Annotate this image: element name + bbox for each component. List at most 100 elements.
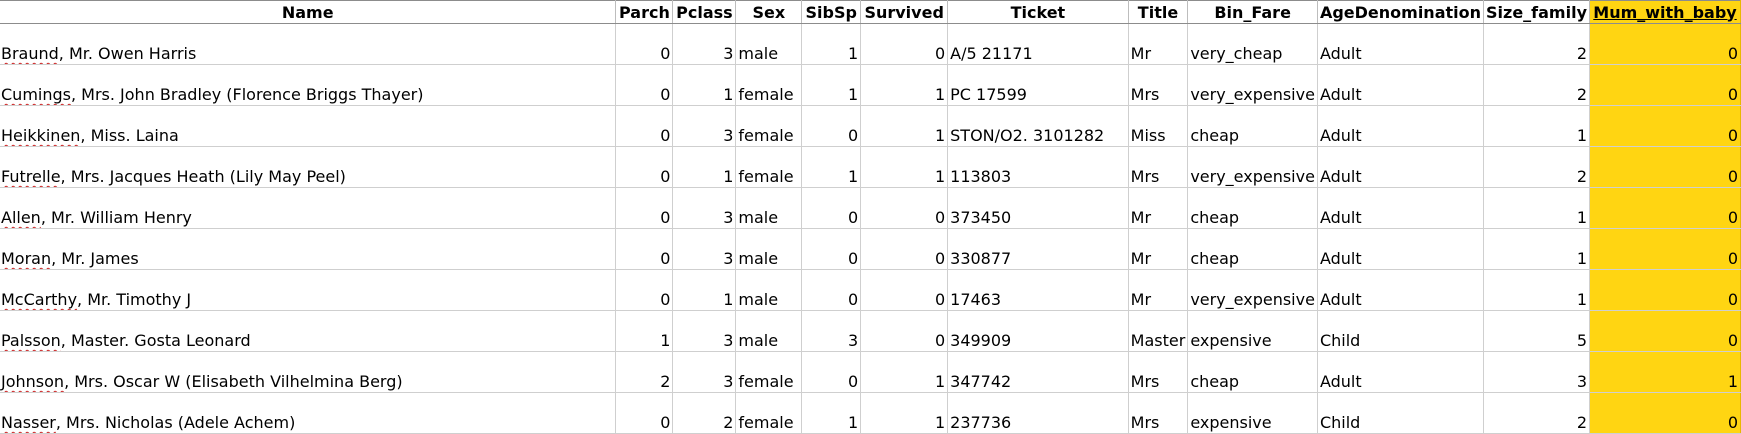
header-bin-fare[interactable]: Bin_Fare xyxy=(1187,0,1318,24)
header-name[interactable]: Name xyxy=(0,0,617,24)
cell-mum-with-baby[interactable]: 0 xyxy=(1589,105,1741,147)
cell-ticket[interactable]: PC 17599 xyxy=(947,64,1129,106)
cell-survived[interactable]: 0 xyxy=(860,310,949,352)
cell-age-denomination[interactable]: Adult xyxy=(1317,146,1485,188)
header-survived[interactable]: Survived xyxy=(860,0,949,24)
cell-title[interactable]: Master xyxy=(1128,310,1189,352)
cell-name[interactable]: Nasser, Mrs. Nicholas (Adele Achem) xyxy=(0,392,617,434)
header-ticket[interactable]: Ticket xyxy=(947,0,1129,24)
cell-sex[interactable]: male xyxy=(735,187,803,229)
cell-size-family[interactable]: 1 xyxy=(1483,187,1590,229)
cell-mum-with-baby[interactable]: 0 xyxy=(1589,64,1741,106)
cell-survived[interactable]: 1 xyxy=(860,105,949,147)
cell-title[interactable]: Mr xyxy=(1128,187,1189,229)
cell-sex[interactable]: female xyxy=(735,351,803,393)
cell-sex[interactable]: male xyxy=(735,269,803,311)
cell-bin-fare[interactable]: very_expensive xyxy=(1187,269,1318,311)
cell-pclass[interactable]: 3 xyxy=(672,187,737,229)
cell-title[interactable]: Mrs xyxy=(1128,351,1189,393)
cell-age-denomination[interactable]: Adult xyxy=(1317,105,1485,147)
cell-size-family[interactable]: 3 xyxy=(1483,351,1590,393)
cell-sibsp[interactable]: 3 xyxy=(801,310,862,352)
cell-bin-fare[interactable]: very_expensive xyxy=(1187,146,1318,188)
cell-title[interactable]: Mr xyxy=(1128,269,1189,311)
cell-bin-fare[interactable]: very_cheap xyxy=(1187,23,1318,65)
header-pclass[interactable]: Pclass xyxy=(672,0,737,24)
cell-age-denomination[interactable]: Adult xyxy=(1317,351,1485,393)
cell-mum-with-baby[interactable]: 1 xyxy=(1589,351,1741,393)
cell-sibsp[interactable]: 1 xyxy=(801,392,862,434)
cell-name[interactable]: Heikkinen, Miss. Laina xyxy=(0,105,617,147)
cell-ticket[interactable]: 349909 xyxy=(947,310,1129,352)
cell-bin-fare[interactable]: cheap xyxy=(1187,187,1318,229)
cell-name[interactable]: Braund, Mr. Owen Harris xyxy=(0,23,617,65)
cell-mum-with-baby[interactable]: 0 xyxy=(1589,392,1741,434)
cell-mum-with-baby[interactable]: 0 xyxy=(1589,187,1741,229)
cell-parch[interactable]: 0 xyxy=(615,269,674,311)
cell-parch[interactable]: 1 xyxy=(615,310,674,352)
cell-sex[interactable]: female xyxy=(735,146,803,188)
cell-ticket[interactable]: 373450 xyxy=(947,187,1129,229)
cell-pclass[interactable]: 3 xyxy=(672,310,737,352)
cell-pclass[interactable]: 3 xyxy=(672,228,737,270)
cell-pclass[interactable]: 1 xyxy=(672,269,737,311)
cell-title[interactable]: Miss xyxy=(1128,105,1189,147)
cell-name[interactable]: Futrelle, Mrs. Jacques Heath (Lily May P… xyxy=(0,146,617,188)
cell-sibsp[interactable]: 0 xyxy=(801,351,862,393)
cell-bin-fare[interactable]: cheap xyxy=(1187,351,1318,393)
header-age-denomination[interactable]: AgeDenomination xyxy=(1317,0,1485,24)
cell-sex[interactable]: female xyxy=(735,105,803,147)
cell-pclass[interactable]: 3 xyxy=(672,23,737,65)
cell-sibsp[interactable]: 0 xyxy=(801,187,862,229)
cell-ticket[interactable]: 330877 xyxy=(947,228,1129,270)
cell-ticket[interactable]: A/5 21171 xyxy=(947,23,1129,65)
cell-parch[interactable]: 0 xyxy=(615,392,674,434)
cell-sibsp[interactable]: 1 xyxy=(801,64,862,106)
cell-ticket[interactable]: 347742 xyxy=(947,351,1129,393)
cell-size-family[interactable]: 2 xyxy=(1483,392,1590,434)
cell-survived[interactable]: 0 xyxy=(860,269,949,311)
cell-pclass[interactable]: 1 xyxy=(672,64,737,106)
cell-age-denomination[interactable]: Child xyxy=(1317,310,1485,352)
cell-size-family[interactable]: 1 xyxy=(1483,228,1590,270)
cell-bin-fare[interactable]: expensive xyxy=(1187,392,1318,434)
cell-mum-with-baby[interactable]: 0 xyxy=(1589,228,1741,270)
cell-ticket[interactable]: 17463 xyxy=(947,269,1129,311)
cell-ticket[interactable]: 237736 xyxy=(947,392,1129,434)
cell-parch[interactable]: 2 xyxy=(615,351,674,393)
cell-pclass[interactable]: 2 xyxy=(672,392,737,434)
cell-ticket[interactable]: 113803 xyxy=(947,146,1129,188)
cell-title[interactable]: Mrs xyxy=(1128,64,1189,106)
cell-name[interactable]: Cumings, Mrs. John Bradley (Florence Bri… xyxy=(0,64,617,106)
cell-title[interactable]: Mrs xyxy=(1128,392,1189,434)
cell-size-family[interactable]: 1 xyxy=(1483,105,1590,147)
cell-sibsp[interactable]: 1 xyxy=(801,146,862,188)
cell-bin-fare[interactable]: very_expensive xyxy=(1187,64,1318,106)
cell-age-denomination[interactable]: Adult xyxy=(1317,64,1485,106)
cell-name[interactable]: McCarthy, Mr. Timothy J xyxy=(0,269,617,311)
cell-age-denomination[interactable]: Adult xyxy=(1317,228,1485,270)
cell-title[interactable]: Mr xyxy=(1128,23,1189,65)
cell-parch[interactable]: 0 xyxy=(615,64,674,106)
cell-size-family[interactable]: 2 xyxy=(1483,64,1590,106)
cell-bin-fare[interactable]: cheap xyxy=(1187,105,1318,147)
cell-age-denomination[interactable]: Child xyxy=(1317,392,1485,434)
cell-mum-with-baby[interactable]: 0 xyxy=(1589,23,1741,65)
cell-pclass[interactable]: 1 xyxy=(672,146,737,188)
cell-bin-fare[interactable]: expensive xyxy=(1187,310,1318,352)
cell-name[interactable]: Moran, Mr. James xyxy=(0,228,617,270)
cell-age-denomination[interactable]: Adult xyxy=(1317,187,1485,229)
cell-title[interactable]: Mrs xyxy=(1128,146,1189,188)
cell-sex[interactable]: female xyxy=(735,392,803,434)
cell-survived[interactable]: 1 xyxy=(860,351,949,393)
cell-sibsp[interactable]: 1 xyxy=(801,23,862,65)
cell-survived[interactable]: 0 xyxy=(860,228,949,270)
cell-size-family[interactable]: 2 xyxy=(1483,146,1590,188)
cell-mum-with-baby[interactable]: 0 xyxy=(1589,310,1741,352)
header-sex[interactable]: Sex xyxy=(735,0,803,24)
cell-pclass[interactable]: 3 xyxy=(672,105,737,147)
cell-parch[interactable]: 0 xyxy=(615,228,674,270)
cell-ticket[interactable]: STON/O2. 3101282 xyxy=(947,105,1129,147)
cell-mum-with-baby[interactable]: 0 xyxy=(1589,269,1741,311)
cell-survived[interactable]: 0 xyxy=(860,23,949,65)
